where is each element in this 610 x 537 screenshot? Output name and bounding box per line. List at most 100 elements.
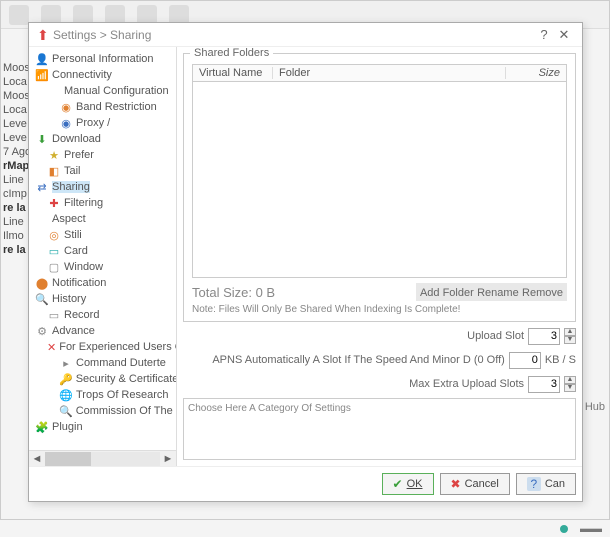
tree-item[interactable]: ⇄Sharing <box>33 179 176 195</box>
group-title: Shared Folders <box>190 47 273 59</box>
tree-item[interactable]: ⬇Download <box>33 131 176 147</box>
folder-list[interactable] <box>192 82 567 278</box>
tree-item[interactable]: 🌐Trops Of Research <box>33 387 176 403</box>
description-box: Choose Here A Category Of Settings <box>183 398 576 460</box>
total-size-label: Total Size: 0 B <box>192 285 416 300</box>
tree-item-icon: ▸ <box>59 356 73 370</box>
settings-dialog: ⬆ Settings > Sharing ? ✕ 👤Personal Infor… <box>28 22 583 502</box>
shared-folders-group: Shared Folders Virtual Name Folder Size … <box>183 53 576 322</box>
apns-input[interactable] <box>509 352 541 369</box>
tree-item-label: Filtering <box>64 197 103 209</box>
maxextra-row: Max Extra Upload Slots ▲▼ <box>183 374 576 394</box>
upload-slot-label: Upload Slot <box>467 330 524 342</box>
upload-slot-input[interactable] <box>528 328 560 345</box>
tree-item-label: Commission Of The European Communities <box>76 405 177 417</box>
tree-item[interactable]: ◉Band Restriction <box>33 99 176 115</box>
tree-item[interactable]: ⚙Advance <box>33 323 176 339</box>
tree-item-label: Stili <box>64 229 82 241</box>
tree-item-icon <box>47 84 61 98</box>
statusbar: ▬▬ <box>0 519 610 537</box>
cancel-button[interactable]: ✖ Cancel <box>440 473 510 495</box>
tree-item[interactable]: ▭Record <box>33 307 176 323</box>
tree-item-label: Proxy / <box>76 117 110 129</box>
tree-item[interactable]: ◎Stili <box>33 227 176 243</box>
bg-sidebar: MoosLocaMoosLocaLeveLeve7 AgorMapLinecIm… <box>1 61 29 257</box>
col-folder[interactable]: Folder <box>273 67 506 79</box>
tree-item-icon: ✕ <box>47 340 56 354</box>
tree-scrollbar[interactable]: ◄ ► <box>29 450 176 466</box>
tree-item-label: Personal Information <box>52 53 154 65</box>
col-size[interactable]: Size <box>506 67 566 79</box>
check-icon: ✔ <box>393 477 403 491</box>
tree-item[interactable]: 👤Personal Information <box>33 51 176 67</box>
tree-item[interactable]: 🔑Security & Certificates <box>33 371 176 387</box>
question-icon: ? <box>527 477 541 491</box>
tree-item[interactable]: ◧Tail <box>33 163 176 179</box>
tree-item[interactable]: 🔍Commission Of The European Communities <box>33 403 176 419</box>
tree-item[interactable]: ▭Card <box>33 243 176 259</box>
maxextra-input[interactable] <box>528 376 560 393</box>
tree-item-icon: ◧ <box>47 164 61 178</box>
tree-item-label: Command Duterte <box>76 357 166 369</box>
indexing-note: Note: Files Will Only Be Shared When Ind… <box>192 304 567 315</box>
tree-item-icon: ⬇ <box>35 132 49 146</box>
col-virtual-name[interactable]: Virtual Name <box>193 67 273 79</box>
tree-item-icon: ◉ <box>59 116 73 130</box>
category-tree[interactable]: 👤Personal Information📶Connectivity Manual… <box>29 47 177 466</box>
tree-item-icon: 🔑 <box>59 372 73 386</box>
tree-item[interactable]: ⬤Notification <box>33 275 176 291</box>
folder-actions: Add Folder Rename Remove <box>416 283 567 301</box>
tree-item-label: History <box>52 293 86 305</box>
upload-slot-spinner[interactable]: ▲▼ <box>564 328 576 344</box>
tree-item-icon: ▭ <box>47 244 61 258</box>
scroll-right-icon[interactable]: ► <box>160 453 176 465</box>
remove-button[interactable]: Remove <box>522 287 563 299</box>
tree-item[interactable]: ▢Window <box>33 259 176 275</box>
tree-item-icon: 🧩 <box>35 420 49 434</box>
tree-item[interactable]: ★Prefer <box>33 147 176 163</box>
tree-item[interactable]: Aspect <box>33 211 176 227</box>
close-button[interactable]: ✕ <box>554 27 574 43</box>
tree-item-icon: ★ <box>47 148 61 162</box>
tree-item-icon: ◉ <box>59 100 73 114</box>
tree-item-label: Aspect <box>52 213 86 225</box>
tree-item-label: Trops Of Research <box>76 389 169 401</box>
scroll-thumb[interactable] <box>45 452 91 466</box>
tree-item[interactable]: ✚Filtering <box>33 195 176 211</box>
maxextra-spinner[interactable]: ▲▼ <box>564 376 576 392</box>
tree-item-label: For Experienced Users Only <box>59 341 177 353</box>
tree-item-label: Notification <box>52 277 106 289</box>
tree-item-icon: ◎ <box>47 228 61 242</box>
x-icon: ✖ <box>451 477 461 491</box>
tree-item-icon: 🔍 <box>35 292 49 306</box>
tree-item-label: Band Restriction <box>76 101 157 113</box>
tree-item-icon: ⇄ <box>35 180 49 194</box>
tree-item[interactable]: ◉Proxy / <box>33 115 176 131</box>
scroll-left-icon[interactable]: ◄ <box>29 453 45 465</box>
tree-item-label: Record <box>64 309 99 321</box>
help-button[interactable]: ? <box>534 27 554 42</box>
tree-item-label: Advance <box>52 325 95 337</box>
help-dialog-button[interactable]: ? Can <box>516 473 576 495</box>
tree-item-label: Manual Configuration <box>64 85 169 97</box>
ok-button[interactable]: ✔ OK <box>382 473 434 495</box>
tree-item[interactable]: 🔍History <box>33 291 176 307</box>
tree-item-label: Tail <box>64 165 81 177</box>
dialog-buttons: ✔ OK ✖ Cancel ? Can <box>29 466 582 501</box>
rename-button[interactable]: Rename <box>477 287 519 299</box>
tree-item[interactable]: ✕For Experienced Users Only <box>33 339 176 355</box>
status-dot-icon <box>560 525 568 533</box>
dialog-title: Settings > Sharing <box>53 28 534 42</box>
tree-item[interactable]: 🧩Plugin <box>33 419 176 435</box>
app-icon: ⬆ <box>37 29 49 41</box>
tree-item[interactable]: ▸Command Duterte <box>33 355 176 371</box>
main-panel: Shared Folders Virtual Name Folder Size … <box>177 47 582 466</box>
add-folder-button[interactable]: Add Folder <box>420 287 474 299</box>
titlebar: ⬆ Settings > Sharing ? ✕ <box>29 23 582 47</box>
tree-item-label: Window <box>64 261 103 273</box>
maxextra-label: Max Extra Upload Slots <box>409 378 524 390</box>
tree-item-icon: ⬤ <box>35 276 49 290</box>
tree-item-icon: 📶 <box>35 68 49 82</box>
tree-item[interactable]: Manual Configuration <box>33 83 176 99</box>
tree-item[interactable]: 📶Connectivity <box>33 67 176 83</box>
